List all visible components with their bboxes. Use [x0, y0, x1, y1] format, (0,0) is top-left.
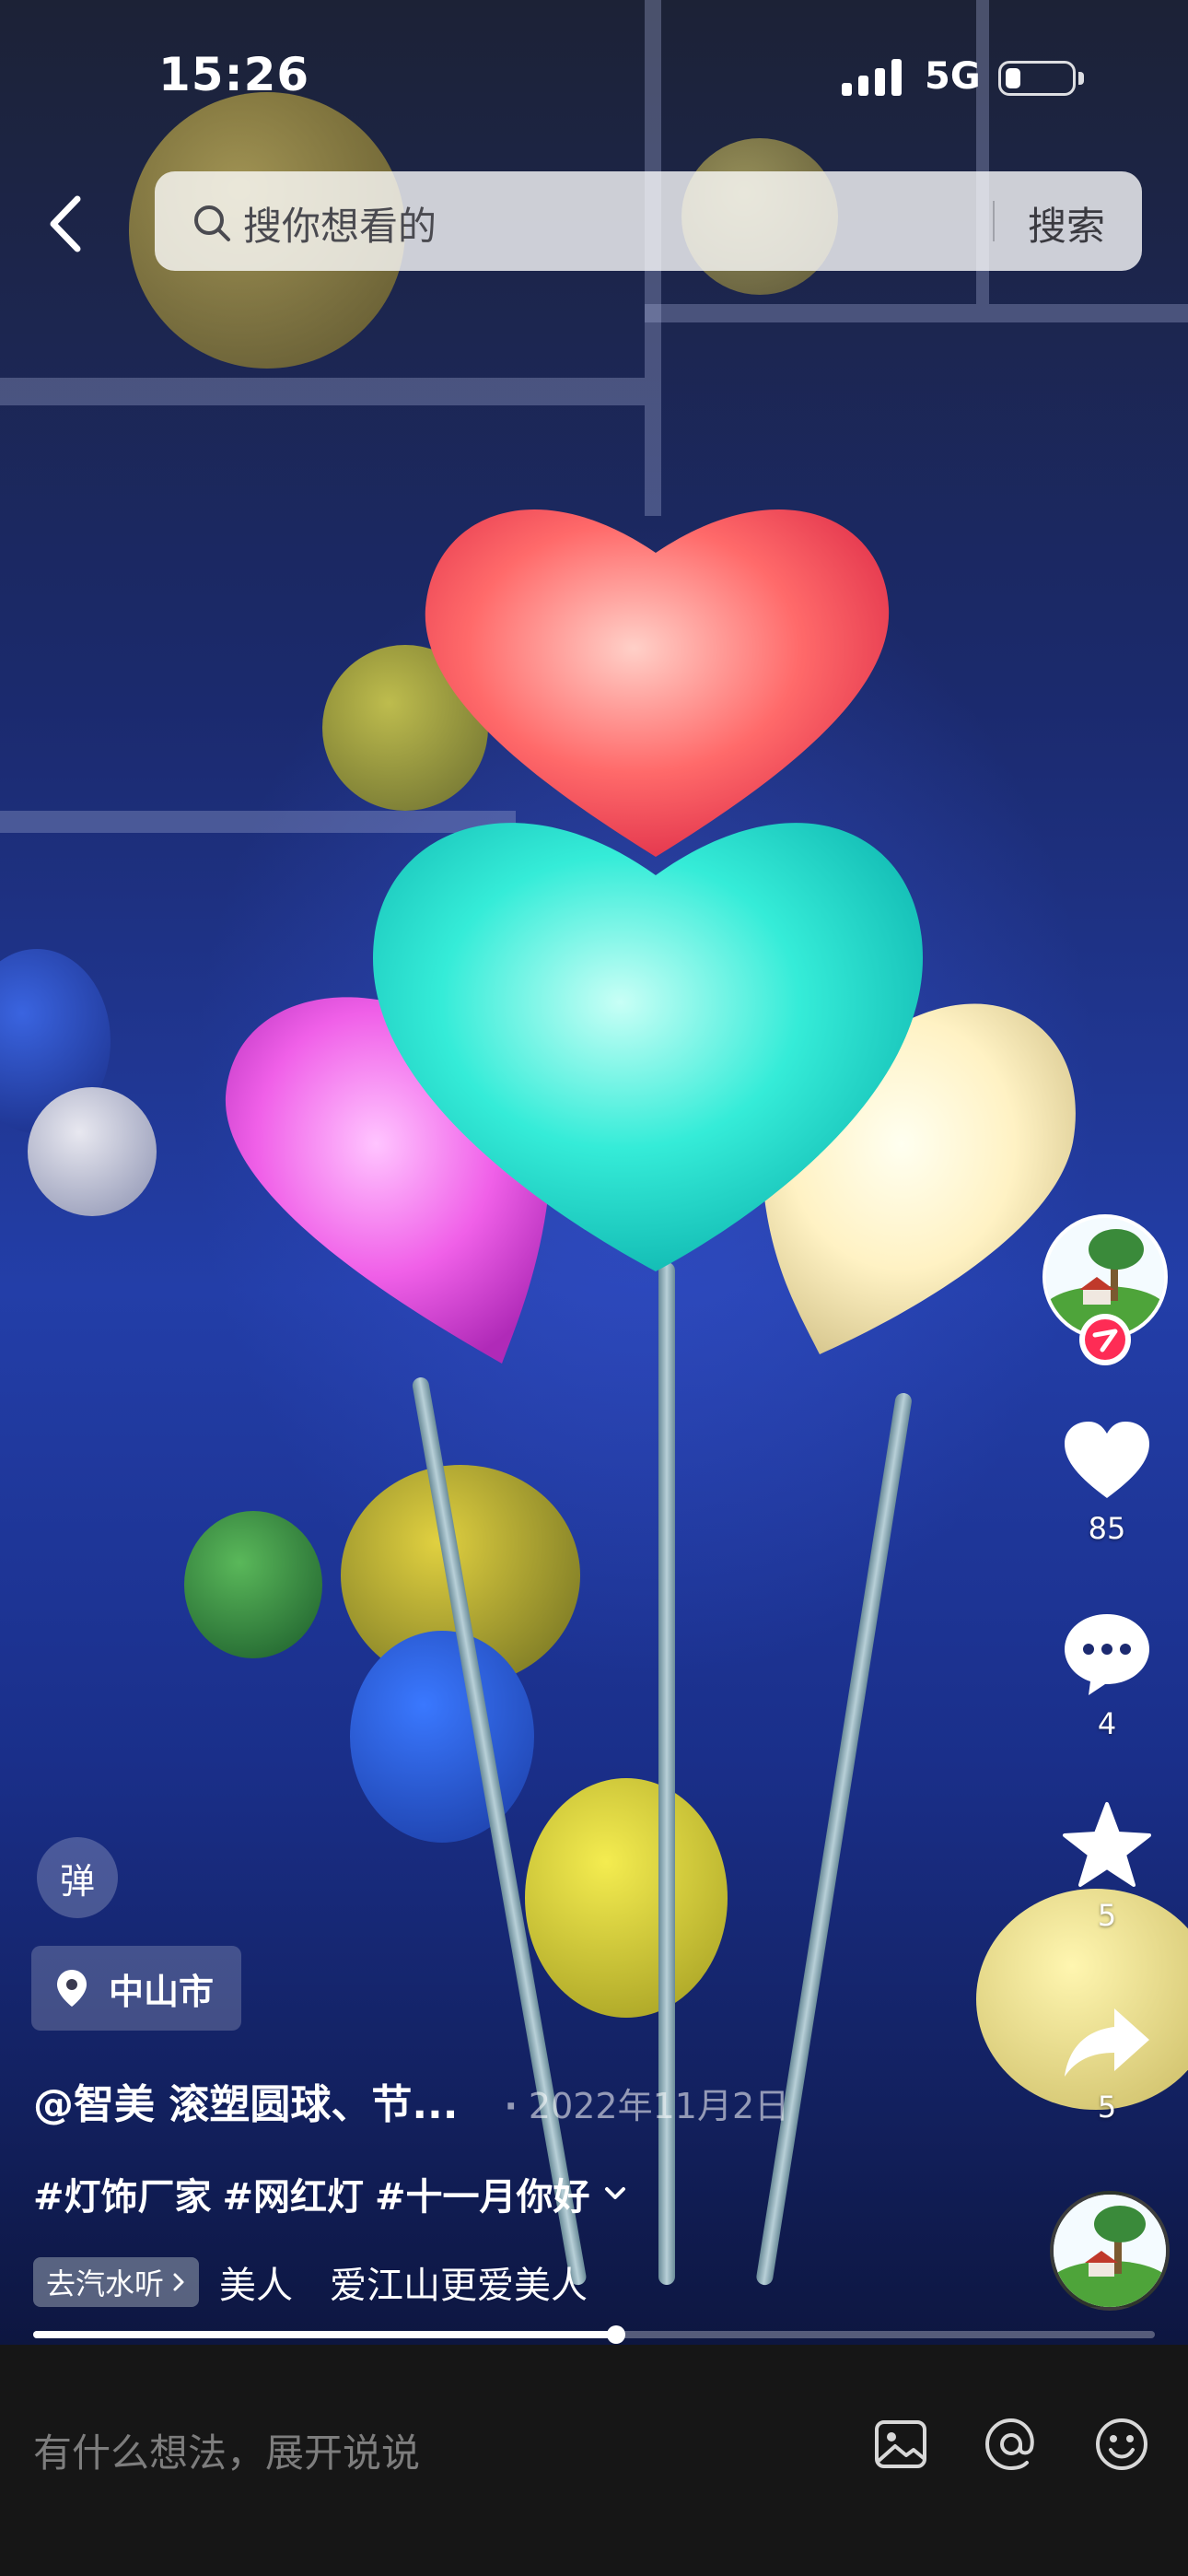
like-button[interactable]: 85 [1041, 1419, 1173, 1546]
comment-count: 4 [1097, 1706, 1117, 1741]
comment-input[interactable]: 有什么想法，展开说说 [33, 2422, 420, 2478]
search-icon [194, 205, 230, 241]
location-tag[interactable]: 中山市 [31, 1946, 242, 2031]
music-app-chip[interactable]: 去汽水听 [33, 2257, 200, 2307]
share-count: 5 [1097, 2090, 1117, 2125]
heart-icon [1065, 1422, 1149, 1498]
expand-chevron-icon[interactable] [601, 2183, 629, 2205]
hashtag-link[interactable]: #灯饰厂家 [33, 2167, 212, 2220]
author-name[interactable]: @智美 滚塑圆球、节... [33, 2071, 458, 2130]
search-button[interactable]: 搜索 [1028, 195, 1105, 252]
video-progress-bar[interactable] [33, 2325, 1155, 2344]
comment-button[interactable]: 4 [1041, 1610, 1173, 1741]
battery-icon [998, 61, 1084, 96]
search-divider [993, 201, 995, 241]
comment-input-bar: 有什么想法，展开说说 [0, 2345, 1188, 2576]
follow-button[interactable] [1079, 1314, 1131, 1365]
chevron-right-icon [173, 2273, 184, 2291]
emoji-icon[interactable] [1092, 2415, 1151, 2474]
signal-strength-icon [842, 59, 902, 96]
image-icon[interactable] [871, 2415, 930, 2474]
hashtag-link[interactable]: #网红灯 [223, 2167, 365, 2220]
network-type: 5G [925, 55, 981, 98]
heart-lamp-red [425, 509, 890, 857]
location-pin-icon [57, 1970, 87, 2007]
music-title[interactable]: 美人 爱江山更爱美人 [219, 2255, 588, 2309]
post-date: 2022年11月2日 [528, 2086, 790, 2126]
back-button[interactable] [42, 192, 98, 256]
chevron-left-icon [50, 195, 81, 252]
status-bar: 15:26 5G [0, 0, 1188, 157]
comment-bubble-icon [1065, 1614, 1149, 1695]
status-time: 15:26 [158, 48, 310, 101]
music-row: 去汽水听 美人 爱江山更爱美人 [33, 2255, 588, 2309]
date-separator: · [504, 2086, 518, 2126]
like-count: 85 [1088, 1511, 1126, 1546]
author-row: @智美 滚塑圆球、节... · 2022年11月2日 [33, 2071, 789, 2130]
music-disc-image [1054, 2195, 1166, 2307]
music-app-chip-label: 去汽水听 [46, 2266, 165, 2301]
at-sign-icon[interactable] [982, 2415, 1041, 2474]
hashtag-row: #灯饰厂家 #网红灯 #十一月你好 [33, 2167, 629, 2220]
follow-check-icon [1085, 1319, 1125, 1360]
hashtag-link[interactable]: #十一月你好 [375, 2167, 590, 2220]
favorite-count: 5 [1097, 1898, 1117, 1933]
music-disc-avatar[interactable] [1050, 2191, 1170, 2311]
share-arrow-icon [1065, 2008, 1149, 2077]
location-label: 中山市 [109, 1971, 215, 2012]
share-button[interactable]: 5 [1041, 2003, 1173, 2125]
star-icon [1063, 1802, 1151, 1887]
search-input[interactable]: 搜你想看的 [243, 195, 437, 252]
progress-played [33, 2331, 617, 2338]
danmu-toggle-button[interactable]: 弹 [37, 1837, 118, 1918]
search-bar[interactable]: 搜你想看的 搜索 [155, 171, 1142, 271]
favorite-button[interactable]: 5 [1041, 1800, 1173, 1933]
